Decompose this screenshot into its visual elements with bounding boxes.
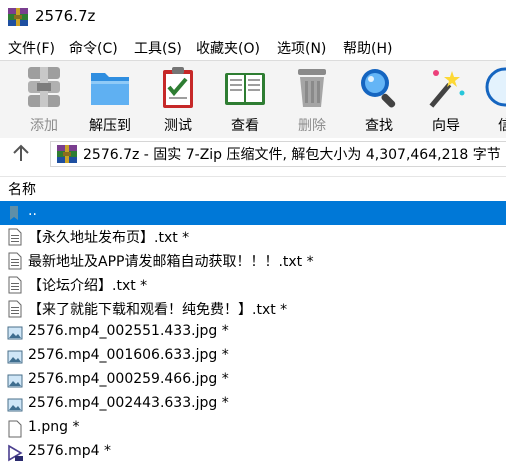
view-label: 查看 bbox=[231, 118, 259, 134]
add-button[interactable]: 添加 bbox=[9, 65, 79, 135]
menu-bar: 文件(F) 命令(C) 工具(S) 收藏夹(O) 选项(N) 帮助(H) bbox=[0, 34, 506, 60]
file-name: 1.png * bbox=[28, 419, 80, 435]
info-label: 信 bbox=[470, 115, 506, 135]
extract-folder-icon bbox=[91, 73, 129, 105]
list-item[interactable]: 2576.mp4_001606.633.jpg * bbox=[0, 345, 506, 369]
winrar-archive-icon bbox=[8, 8, 28, 26]
file-name: 【论坛介绍】.txt * bbox=[28, 278, 148, 294]
file-name: 2576.mp4_002443.633.jpg * bbox=[28, 395, 229, 411]
list-item[interactable]: 2576.mp4_002551.433.jpg * bbox=[0, 321, 506, 345]
file-name: 2576.mp4 * bbox=[28, 443, 111, 459]
image-file-icon bbox=[7, 398, 23, 412]
parent-folder-icon bbox=[10, 206, 18, 220]
view-book-icon bbox=[225, 73, 265, 105]
up-arrow-icon[interactable] bbox=[10, 143, 32, 163]
list-item-parent[interactable]: .. bbox=[0, 201, 506, 225]
delete-label: 删除 bbox=[298, 118, 326, 134]
winrar-archive-icon bbox=[57, 145, 77, 163]
magnifier-icon bbox=[361, 69, 396, 108]
menu-commands[interactable]: 命令(C) bbox=[69, 38, 118, 58]
toolbar: 添加 解压到 测试 查看 删除 查找 向导 bbox=[0, 60, 506, 140]
test-button[interactable]: 测试 bbox=[143, 65, 213, 135]
menu-favorites[interactable]: 收藏夹(O) bbox=[196, 38, 260, 58]
list-item[interactable]: 【论坛介绍】.txt * bbox=[0, 273, 506, 297]
add-label: 添加 bbox=[30, 118, 58, 134]
find-button[interactable]: 查找 bbox=[344, 65, 414, 135]
find-label: 查找 bbox=[365, 118, 393, 134]
list-item[interactable]: 1.png * bbox=[0, 417, 506, 441]
file-name: 2576.mp4_002551.433.jpg * bbox=[28, 323, 229, 339]
file-name: .. bbox=[28, 203, 37, 219]
file-name: 2576.mp4_000259.466.jpg * bbox=[28, 371, 229, 387]
list-item[interactable]: 2576.mp4_000259.466.jpg * bbox=[0, 369, 506, 393]
address-bar: 2576.7z - 固实 7-Zip 压缩文件, 解包大小为 4,307,464… bbox=[0, 138, 506, 168]
trash-icon bbox=[298, 69, 326, 107]
address-field[interactable]: 2576.7z - 固实 7-Zip 压缩文件, 解包大小为 4,307,464… bbox=[50, 141, 506, 167]
list-item[interactable]: 最新地址及APP请发邮箱自动获取！！！.txt * bbox=[0, 249, 506, 273]
address-text: 2576.7z - 固实 7-Zip 压缩文件, 解包大小为 4,307,464… bbox=[83, 147, 501, 163]
menu-options[interactable]: 选项(N) bbox=[277, 38, 326, 58]
list-item[interactable]: 【永久地址发布页】.txt * bbox=[0, 225, 506, 249]
wizard-wand-icon bbox=[429, 70, 465, 108]
view-button[interactable]: 查看 bbox=[210, 65, 280, 135]
image-file-icon bbox=[7, 326, 23, 340]
blank-file-icon bbox=[8, 420, 22, 438]
list-item[interactable]: 2576.mp4_002443.633.jpg * bbox=[0, 393, 506, 417]
text-file-icon bbox=[8, 276, 22, 294]
image-file-icon bbox=[7, 374, 23, 388]
delete-button[interactable]: 删除 bbox=[277, 65, 347, 135]
list-item[interactable]: 2576.mp4 * bbox=[0, 441, 506, 465]
file-name: 2576.mp4_001606.633.jpg * bbox=[28, 347, 229, 363]
extract-to-button[interactable]: 解压到 bbox=[75, 65, 145, 135]
test-clipboard-icon bbox=[163, 67, 193, 108]
text-file-icon bbox=[8, 228, 22, 246]
file-name: 【永久地址发布页】.txt * bbox=[28, 230, 190, 246]
menu-help[interactable]: 帮助(H) bbox=[343, 38, 392, 58]
info-icon bbox=[485, 67, 506, 107]
image-file-icon bbox=[7, 350, 23, 364]
video-play-icon bbox=[8, 444, 23, 462]
info-button[interactable]: 信 bbox=[470, 65, 506, 135]
window-title: 2576.7z bbox=[35, 7, 96, 25]
menu-tools[interactable]: 工具(S) bbox=[134, 38, 182, 58]
text-file-icon bbox=[8, 300, 22, 318]
extract-to-label: 解压到 bbox=[89, 118, 131, 134]
title-bar: 2576.7z bbox=[0, 0, 506, 34]
list-item[interactable]: 【来了就能下载和观看！纯免费！】.txt * bbox=[0, 297, 506, 321]
list-header: 名称 bbox=[0, 176, 506, 199]
add-archive-icon bbox=[28, 67, 60, 107]
test-label: 测试 bbox=[164, 118, 192, 134]
file-name: 【来了就能下载和观看！纯免费！】.txt * bbox=[28, 302, 288, 318]
column-header-name[interactable]: 名称 bbox=[8, 179, 36, 199]
menu-file[interactable]: 文件(F) bbox=[8, 38, 55, 58]
file-name: 最新地址及APP请发邮箱自动获取！！！.txt * bbox=[28, 254, 314, 270]
text-file-icon bbox=[8, 252, 22, 270]
